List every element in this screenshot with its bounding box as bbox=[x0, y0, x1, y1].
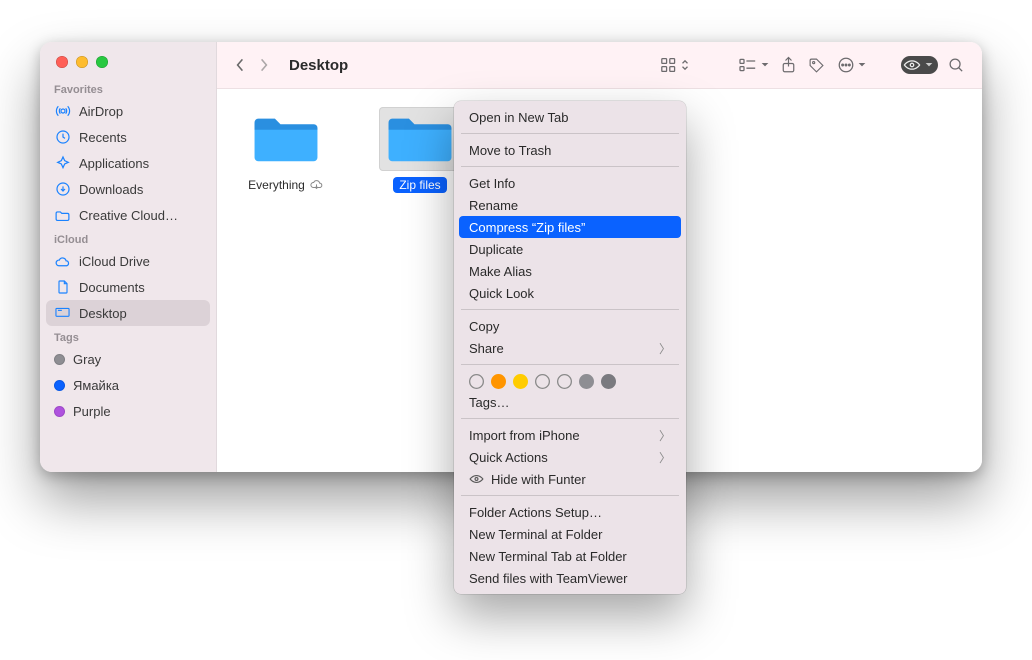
tags-button[interactable] bbox=[803, 51, 830, 79]
sidebar-header-tags: Tags bbox=[40, 326, 216, 346]
back-button[interactable] bbox=[229, 51, 251, 79]
cloud-icon bbox=[54, 253, 71, 270]
menu-separator bbox=[461, 309, 679, 310]
action-button[interactable] bbox=[832, 51, 871, 79]
file-label: Zip files bbox=[393, 177, 446, 193]
file-label: Everything bbox=[242, 177, 330, 193]
sidebar-tag-purple[interactable]: Purple bbox=[40, 398, 216, 424]
sidebar-tag-gray[interactable]: Gray bbox=[40, 346, 216, 372]
cloud-download-icon bbox=[309, 179, 324, 191]
tag-dot-icon bbox=[54, 354, 65, 365]
sidebar-item-applications[interactable]: Applications bbox=[40, 150, 216, 176]
menu-separator bbox=[461, 166, 679, 167]
document-icon bbox=[54, 279, 71, 296]
forward-button[interactable] bbox=[253, 51, 275, 79]
ctx-quick-actions[interactable]: Quick Actions 〉 bbox=[459, 446, 681, 468]
chevron-right-icon: 〉 bbox=[659, 427, 671, 444]
ctx-hide-funter[interactable]: Hide with Funter bbox=[459, 468, 681, 490]
tag-color-yellow[interactable] bbox=[513, 374, 528, 389]
view-icon-button[interactable] bbox=[655, 51, 695, 79]
ctx-new-terminal-tab[interactable]: New Terminal Tab at Folder bbox=[459, 545, 681, 567]
ctx-rename[interactable]: Rename bbox=[459, 194, 681, 216]
chevron-right-icon: 〉 bbox=[659, 449, 671, 466]
sidebar-item-label: Desktop bbox=[79, 306, 127, 321]
sidebar-item-creative-cloud[interactable]: Creative Cloud… bbox=[40, 202, 216, 228]
menu-separator bbox=[461, 495, 679, 496]
sidebar-item-label: Purple bbox=[73, 404, 111, 419]
ctx-quick-look[interactable]: Quick Look bbox=[459, 282, 681, 304]
tag-color-empty[interactable] bbox=[535, 374, 550, 389]
clock-icon bbox=[54, 129, 71, 146]
share-button[interactable] bbox=[776, 51, 801, 79]
search-button[interactable] bbox=[943, 51, 970, 79]
tag-dot-icon bbox=[54, 380, 65, 391]
tag-color-gray[interactable] bbox=[579, 374, 594, 389]
menu-separator bbox=[461, 364, 679, 365]
context-menu: Open in New Tab Move to Trash Get Info R… bbox=[454, 101, 686, 594]
eye-icon bbox=[469, 473, 484, 485]
folder-icon bbox=[379, 107, 461, 171]
sidebar-item-label: Recents bbox=[79, 130, 127, 145]
sidebar-item-desktop[interactable]: Desktop bbox=[46, 300, 210, 326]
tag-dot-icon bbox=[54, 406, 65, 417]
ctx-open-new-tab[interactable]: Open in New Tab bbox=[459, 106, 681, 128]
ctx-get-info[interactable]: Get Info bbox=[459, 172, 681, 194]
sidebar-item-label: Documents bbox=[79, 280, 145, 295]
sidebar-item-downloads[interactable]: Downloads bbox=[40, 176, 216, 202]
sidebar-item-label: iCloud Drive bbox=[79, 254, 150, 269]
minimize-button[interactable] bbox=[76, 56, 88, 68]
sidebar: Favorites AirDrop Recents Applications D… bbox=[40, 42, 217, 472]
sidebar-header-icloud: iCloud bbox=[40, 228, 216, 248]
ctx-folder-actions[interactable]: Folder Actions Setup… bbox=[459, 501, 681, 523]
close-button[interactable] bbox=[56, 56, 68, 68]
tag-color-empty[interactable] bbox=[557, 374, 572, 389]
sidebar-item-label: Ямайка bbox=[73, 378, 119, 393]
tag-color-none[interactable] bbox=[469, 374, 484, 389]
sidebar-item-label: AirDrop bbox=[79, 104, 123, 119]
toolbar: Desktop bbox=[217, 42, 982, 89]
file-item-everything[interactable]: Everything bbox=[231, 107, 341, 193]
sidebar-item-recents[interactable]: Recents bbox=[40, 124, 216, 150]
sidebar-item-label: Gray bbox=[73, 352, 101, 367]
ctx-compress[interactable]: Compress “Zip files” bbox=[459, 216, 681, 238]
privacy-button[interactable] bbox=[901, 56, 938, 74]
ctx-duplicate[interactable]: Duplicate bbox=[459, 238, 681, 260]
sidebar-item-documents[interactable]: Documents bbox=[40, 274, 216, 300]
sidebar-item-label: Downloads bbox=[79, 182, 143, 197]
sidebar-item-label: Applications bbox=[79, 156, 149, 171]
applications-icon bbox=[54, 155, 71, 172]
ctx-send-teamviewer[interactable]: Send files with TeamViewer bbox=[459, 567, 681, 589]
ctx-tag-color-row bbox=[459, 370, 681, 391]
chevron-right-icon: 〉 bbox=[659, 340, 671, 357]
ctx-move-to-trash[interactable]: Move to Trash bbox=[459, 139, 681, 161]
ctx-share[interactable]: Share 〉 bbox=[459, 337, 681, 359]
page-title: Desktop bbox=[289, 57, 348, 74]
sidebar-item-label: Creative Cloud… bbox=[79, 208, 178, 223]
folder-icon bbox=[245, 107, 327, 171]
ctx-new-terminal[interactable]: New Terminal at Folder bbox=[459, 523, 681, 545]
sidebar-item-icloud-drive[interactable]: iCloud Drive bbox=[40, 248, 216, 274]
tag-color-orange[interactable] bbox=[491, 374, 506, 389]
maximize-button[interactable] bbox=[96, 56, 108, 68]
ctx-import-iphone[interactable]: Import from iPhone 〉 bbox=[459, 424, 681, 446]
ctx-make-alias[interactable]: Make Alias bbox=[459, 260, 681, 282]
tag-color-darkgray[interactable] bbox=[601, 374, 616, 389]
menu-separator bbox=[461, 133, 679, 134]
airdrop-icon bbox=[54, 103, 71, 120]
ctx-copy[interactable]: Copy bbox=[459, 315, 681, 337]
menu-separator bbox=[461, 418, 679, 419]
folder-icon bbox=[54, 207, 71, 224]
group-button[interactable] bbox=[733, 51, 774, 79]
desktop-icon bbox=[54, 305, 71, 322]
sidebar-header-favorites: Favorites bbox=[40, 78, 216, 98]
ctx-tags[interactable]: Tags… bbox=[459, 391, 681, 413]
sidebar-tag-jamaica[interactable]: Ямайка bbox=[40, 372, 216, 398]
sidebar-item-airdrop[interactable]: AirDrop bbox=[40, 98, 216, 124]
downloads-icon bbox=[54, 181, 71, 198]
window-controls bbox=[40, 42, 216, 78]
